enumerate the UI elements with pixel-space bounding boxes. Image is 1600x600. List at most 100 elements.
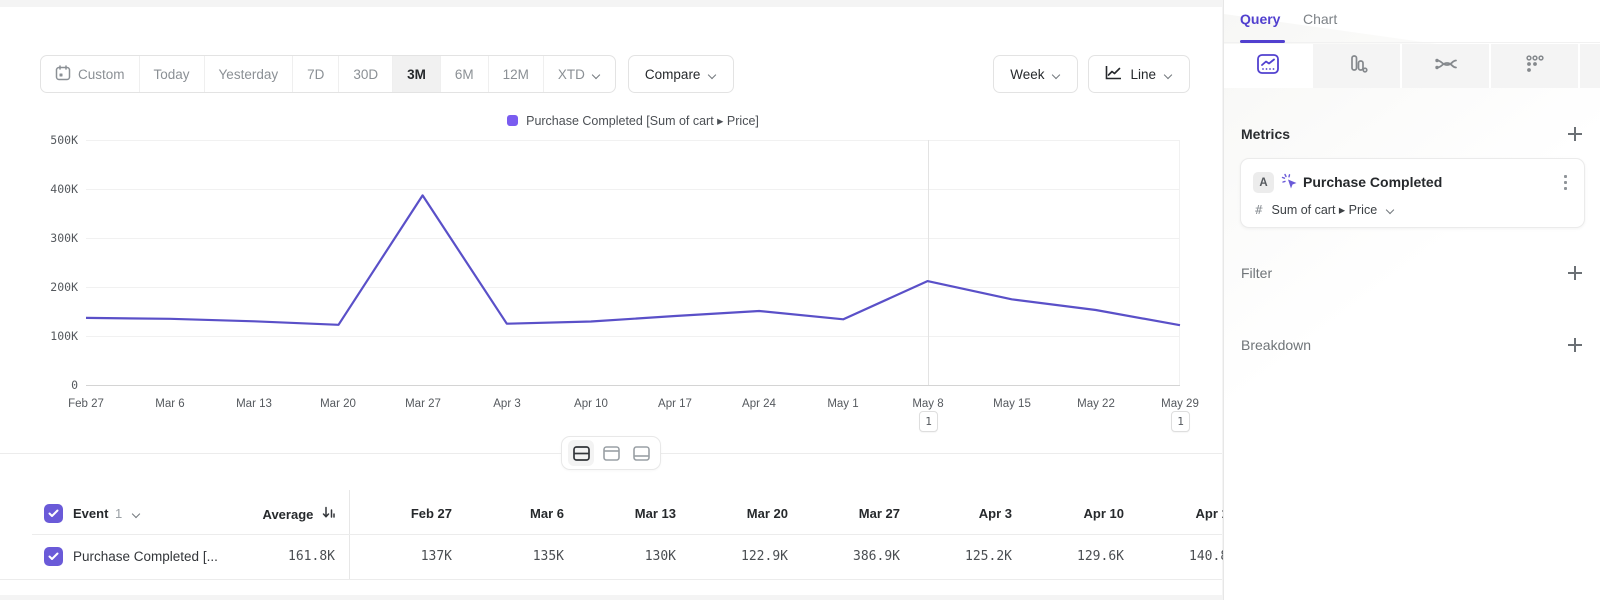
- x-tick-label: Apr 17: [630, 398, 720, 410]
- date-column-header[interactable]: Apr 3: [910, 506, 1022, 521]
- value-cell: 137K: [350, 549, 462, 564]
- metric-event-name: Purchase Completed: [1303, 174, 1442, 190]
- legend-label: Purchase Completed [Sum of cart ▸ Price]: [526, 113, 759, 128]
- date-range-7d[interactable]: 7D: [293, 56, 339, 92]
- value-cell: 122.9K: [686, 549, 798, 564]
- compare-button[interactable]: Compare: [628, 55, 735, 93]
- y-tick-label: 200K: [18, 280, 78, 294]
- add-breakdown-button[interactable]: [1567, 337, 1583, 353]
- aggregation-label: Sum of cart ▸ Price: [1272, 202, 1378, 217]
- line-chart-icon: [1105, 65, 1122, 83]
- retention-icon: [1523, 52, 1547, 81]
- table-row[interactable]: Purchase Completed [... 161.8K 137K135K1…: [0, 534, 1222, 580]
- date-range-yesterday[interactable]: Yesterday: [205, 56, 294, 92]
- sidebar-tab-bar: Query Chart: [1224, 0, 1600, 43]
- series-letter-badge: A: [1253, 172, 1274, 193]
- date-range-today[interactable]: Today: [140, 56, 205, 92]
- x-tick-label: May 29: [1135, 398, 1225, 410]
- x-tick-label: Apr 24: [714, 398, 804, 410]
- gridline: [86, 385, 1180, 386]
- y-axis: 500K400K300K200K100K0: [18, 140, 78, 385]
- granularity-label: Week: [1010, 67, 1044, 82]
- date-range-xtd[interactable]: XTD: [544, 56, 615, 92]
- legend-swatch: [507, 115, 518, 126]
- date-range-30d[interactable]: 30D: [339, 56, 393, 92]
- layout-toggle-group: [561, 436, 661, 470]
- x-tick-label: Mar 13: [209, 398, 299, 410]
- split-view-button[interactable]: [568, 440, 594, 466]
- row-label: Purchase Completed [...: [73, 549, 218, 564]
- chevron-down-icon: [1052, 70, 1061, 79]
- value-cell: 129.6K: [1022, 549, 1134, 564]
- x-tick-label: Mar 6: [125, 398, 215, 410]
- granularity-button[interactable]: Week: [993, 55, 1078, 93]
- line-chart-plot[interactable]: [86, 140, 1180, 385]
- series-line: [86, 140, 1180, 385]
- date-column-header[interactable]: Mar 6: [462, 506, 574, 521]
- tab-chart[interactable]: Chart: [1303, 11, 1337, 27]
- chart-type-flows-icon[interactable]: [1402, 44, 1489, 88]
- date-range-6m[interactable]: 6M: [441, 56, 489, 92]
- chart-controls: Week Line: [993, 55, 1190, 93]
- add-filter-button[interactable]: [1567, 265, 1583, 281]
- annotation-badge[interactable]: 1: [919, 411, 938, 432]
- metric-card[interactable]: A Purchase Completed # Sum of cart ▸ Pri…: [1240, 158, 1585, 228]
- x-tick-label: May 8: [883, 398, 973, 410]
- value-cell: 135K: [462, 549, 574, 564]
- x-tick-label: Feb 27: [41, 398, 131, 410]
- date-column-header[interactable]: Mar 20: [686, 506, 798, 521]
- row-average: 161.8K: [210, 549, 335, 564]
- insights-line-icon: [1256, 52, 1280, 81]
- chart-style-label: Line: [1130, 67, 1156, 82]
- chart-type-strip-filler: [1580, 44, 1600, 88]
- event-sparkle-cursor-icon: [1281, 173, 1300, 197]
- sort-descending-icon[interactable]: [322, 507, 335, 522]
- add-metric-button[interactable]: [1567, 126, 1583, 142]
- x-tick-label: Mar 20: [293, 398, 383, 410]
- x-tick-label: May 15: [967, 398, 1057, 410]
- average-column-header[interactable]: Average: [210, 506, 335, 522]
- date-range-group: CustomTodayYesterday7D30D3M6M12MXTD: [40, 55, 616, 93]
- date-range-3m[interactable]: 3M: [393, 56, 441, 92]
- chart-type-strip: [1224, 44, 1600, 88]
- bottom-edge-strip: [0, 595, 1222, 600]
- date-column-header[interactable]: Apr 10: [1022, 506, 1134, 521]
- chevron-down-icon: [1386, 205, 1395, 214]
- event-column-header[interactable]: Event 1: [73, 506, 141, 521]
- breakdown-heading: Breakdown: [1241, 337, 1311, 353]
- date-column-header[interactable]: Feb 27: [350, 506, 462, 521]
- y-tick-label: 400K: [18, 182, 78, 196]
- value-cell: 125.2K: [910, 549, 1022, 564]
- date-column-header[interactable]: Mar 27: [798, 506, 910, 521]
- date-range-12m[interactable]: 12M: [489, 56, 544, 92]
- calendar-icon: [55, 65, 71, 84]
- date-column-header[interactable]: Mar 13: [574, 506, 686, 521]
- chart-only-view-button[interactable]: [598, 440, 624, 466]
- table-header-row: Event 1 Average Feb 27Mar 6Mar 13Mar 20M…: [0, 494, 1222, 534]
- aggregation-selector[interactable]: # Sum of cart ▸ Price: [1255, 202, 1395, 217]
- select-all-checkbox[interactable]: [44, 504, 63, 523]
- active-tab-underline: [1240, 40, 1285, 43]
- x-tick-label: May 1: [798, 398, 888, 410]
- query-sidebar: Query Chart Metrics A Purchase Completed: [1223, 0, 1600, 600]
- chart-type-retention-icon[interactable]: [1491, 44, 1578, 88]
- event-count: 1: [115, 506, 122, 521]
- number-type-icon: #: [1255, 202, 1263, 217]
- row-checkbox[interactable]: [44, 547, 63, 566]
- date-toolbar: CustomTodayYesterday7D30D3M6M12MXTD Comp…: [40, 55, 734, 93]
- metrics-heading: Metrics: [1241, 126, 1290, 142]
- chevron-down-icon: [708, 70, 717, 79]
- value-cell: 130K: [574, 549, 686, 564]
- chart-legend: Purchase Completed [Sum of cart ▸ Price]: [86, 113, 1180, 128]
- chart-style-button[interactable]: Line: [1088, 55, 1190, 93]
- x-axis: Feb 27Mar 6Mar 13Mar 20Mar 27Apr 3Apr 10…: [86, 398, 1180, 414]
- chevron-down-icon: [1164, 70, 1173, 79]
- chart-type-insights-line-icon[interactable]: [1224, 44, 1311, 88]
- kebab-menu-icon[interactable]: [1556, 172, 1574, 192]
- chevron-down-icon: [132, 509, 141, 518]
- table-only-view-button[interactable]: [628, 440, 654, 466]
- annotation-badge[interactable]: 1: [1171, 411, 1190, 432]
- tab-query[interactable]: Query: [1240, 11, 1280, 27]
- date-range-custom[interactable]: Custom: [41, 56, 140, 92]
- chart-type-bar-chart-icon[interactable]: [1313, 44, 1400, 88]
